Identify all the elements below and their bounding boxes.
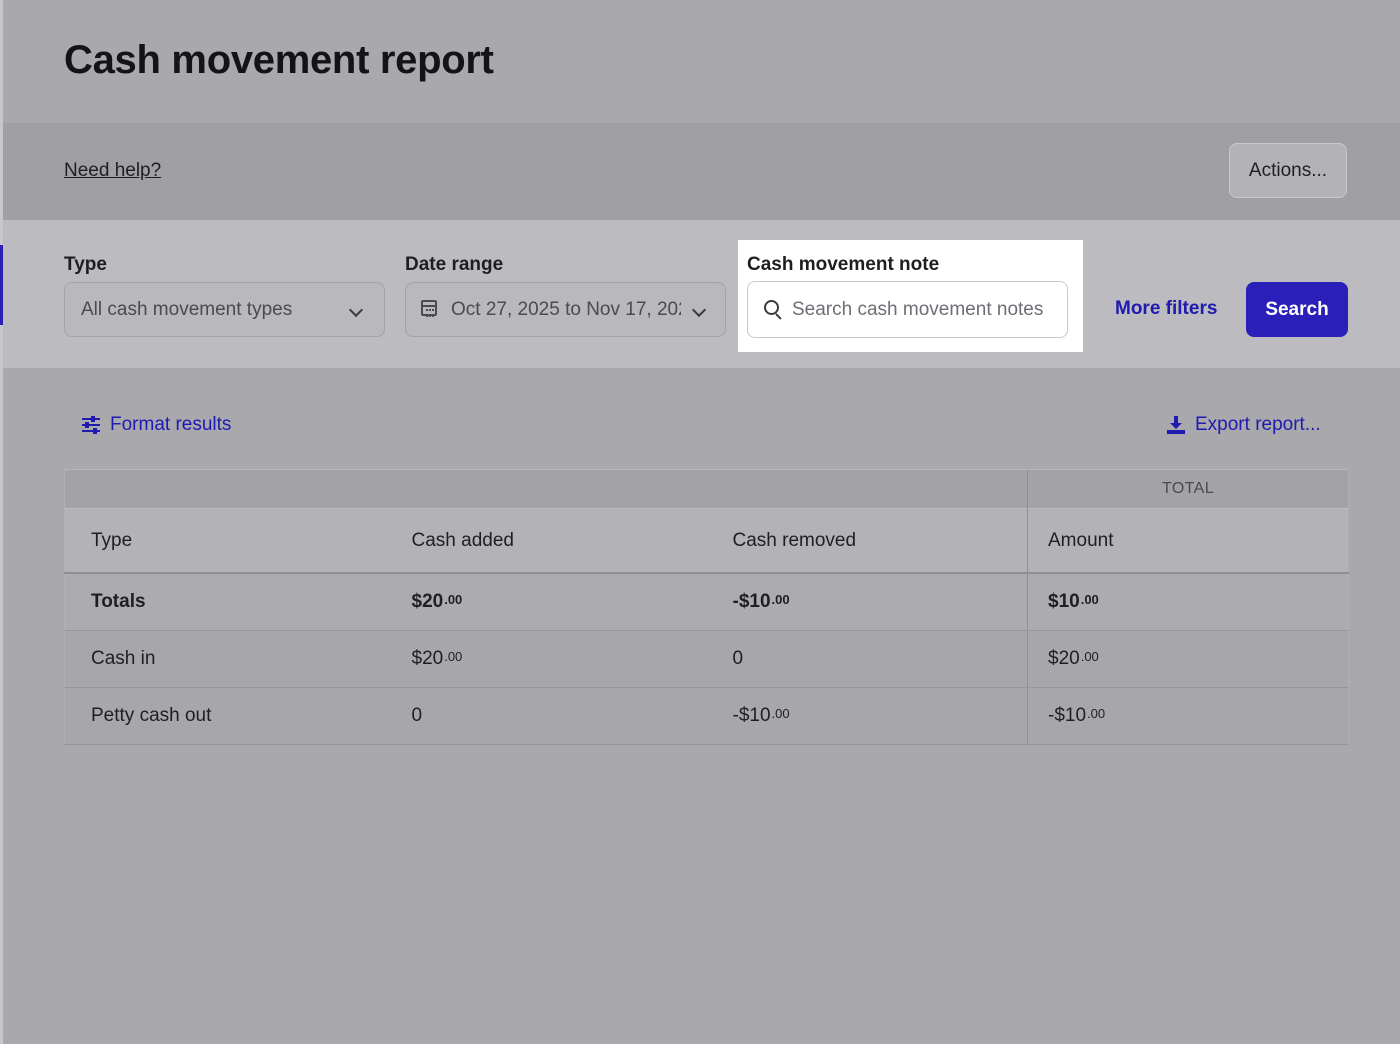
column-header-amount[interactable]: Amount <box>1027 508 1349 574</box>
totals-label: Totals <box>64 573 386 631</box>
table-header: Type Cash added Cash removed Amount <box>64 508 1349 574</box>
format-results-label: Format results <box>110 414 232 435</box>
group-header-spacer <box>64 469 1028 509</box>
left-accent-bar <box>0 245 3 325</box>
page-title: Cash movement report <box>64 38 494 82</box>
column-header-cash-removed[interactable]: Cash removed <box>706 508 1028 574</box>
search-icon <box>764 300 779 315</box>
totals-row: Totals $20.00 -$10.00 $10.00 <box>64 573 1349 631</box>
row-cash-added: $20.00 <box>385 630 707 688</box>
export-report-label: Export report... <box>1195 414 1321 435</box>
date-range-value: Oct 27, 2025 to Nov 17, 2025 <box>451 299 681 320</box>
column-header-type[interactable]: Type <box>64 508 386 574</box>
type-select-value: All cash movement types <box>81 299 293 320</box>
note-search-input[interactable] <box>792 282 1062 337</box>
row-amount: $20.00 <box>1027 630 1349 688</box>
format-results-button[interactable]: Format results <box>82 414 231 436</box>
type-select[interactable]: All cash movement types <box>64 282 385 337</box>
more-filters-link[interactable]: More filters <box>1115 298 1217 320</box>
total-group-header: TOTAL <box>1027 469 1349 509</box>
totals-cash-added: $20.00 <box>385 573 707 631</box>
note-filter-highlight: Cash movement note <box>738 240 1083 352</box>
column-header-cash-added[interactable]: Cash added <box>385 508 707 574</box>
totals-amount: $10.00 <box>1027 573 1349 631</box>
cash-movement-table: TOTAL Type Cash added Cash removed Amoun… <box>64 469 1349 745</box>
filter-bar: Type All cash movement types Date range … <box>3 220 1400 368</box>
table-group-header: TOTAL <box>64 469 1349 509</box>
search-button[interactable]: Search <box>1246 282 1348 337</box>
page-header: Cash movement report <box>3 0 1400 123</box>
chevron-down-icon <box>348 302 364 318</box>
row-cash-removed: -$10.00 <box>706 687 1028 745</box>
chevron-down-icon <box>691 302 707 318</box>
need-help-link[interactable]: Need help? <box>64 160 161 182</box>
row-cash-added: 0 <box>385 687 707 745</box>
row-amount: -$10.00 <box>1027 687 1349 745</box>
date-range-label: Date range <box>405 254 504 275</box>
download-icon <box>1167 416 1185 434</box>
row-type: Petty cash out <box>64 687 386 745</box>
row-cash-removed: 0 <box>706 630 1028 688</box>
calendar-icon <box>421 300 437 317</box>
type-filter-label: Type <box>64 254 107 275</box>
export-report-button[interactable]: Export report... <box>1167 414 1321 436</box>
row-type: Cash in <box>64 630 386 688</box>
note-search-box[interactable] <box>747 281 1068 338</box>
date-range-picker[interactable]: Oct 27, 2025 to Nov 17, 2025 <box>405 282 726 337</box>
note-filter-label: Cash movement note <box>747 254 940 275</box>
table-row: Cash in $20.00 0 $20.00 <box>64 630 1349 688</box>
actions-button[interactable]: Actions... <box>1229 143 1347 198</box>
help-bar: Need help? Actions... <box>3 123 1400 220</box>
totals-cash-removed: -$10.00 <box>706 573 1028 631</box>
table-row: Petty cash out 0 -$10.00 -$10.00 <box>64 687 1349 745</box>
sliders-icon <box>82 416 100 434</box>
